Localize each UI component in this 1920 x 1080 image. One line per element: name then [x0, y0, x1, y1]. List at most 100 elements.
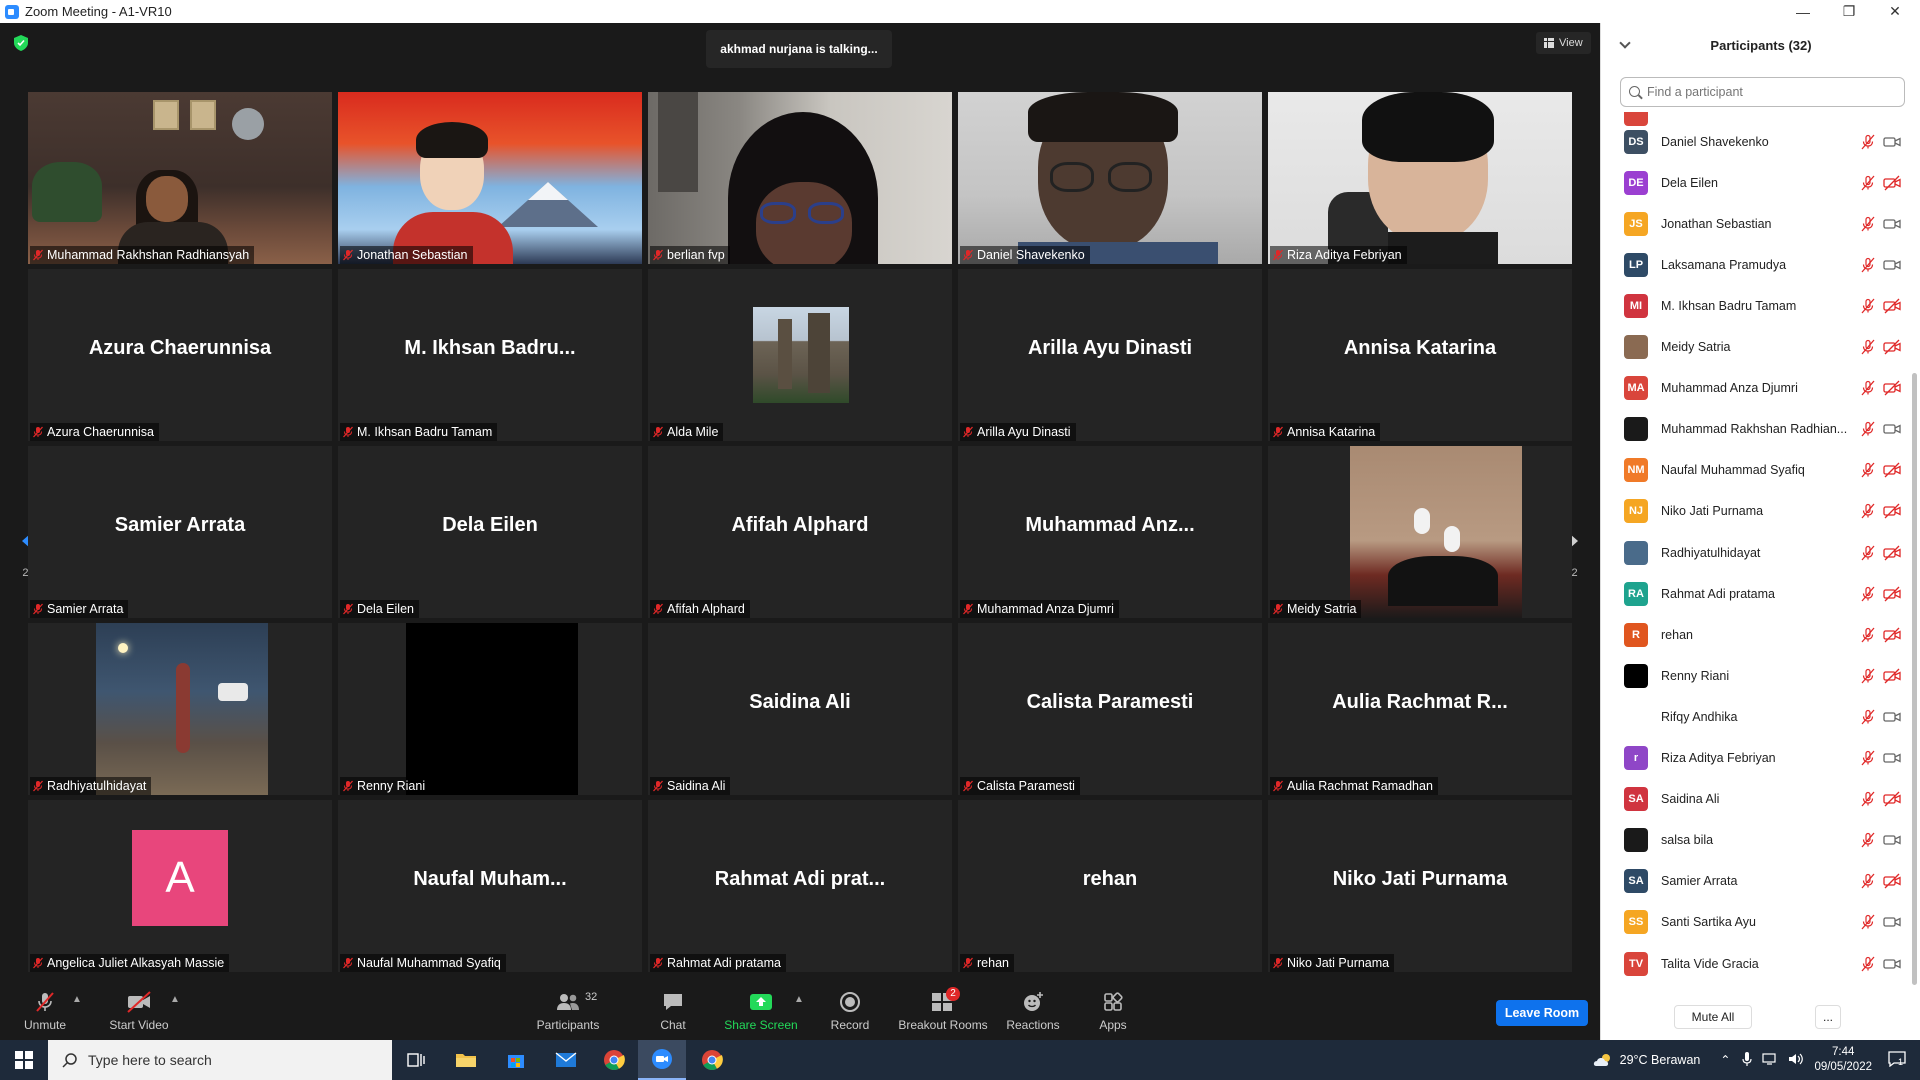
chrome-icon[interactable]: [590, 1040, 638, 1080]
participant-row-saidina-ali[interactable]: SA Saidina Ali: [1601, 779, 1906, 820]
mic-muted-icon[interactable]: [1860, 873, 1876, 889]
zoom-taskbar-icon[interactable]: [638, 1040, 686, 1080]
share-screen-button[interactable]: Share Screen: [722, 984, 800, 1036]
mail-icon[interactable]: [542, 1040, 590, 1080]
participant-row-muhammad-rakhshan-radhian[interactable]: Muhammad Rakhshan Radhian...: [1601, 409, 1906, 450]
video-tile-muhammad-rakhshan-radhiansyah[interactable]: Muhammad Rakhshan Radhiansyah: [28, 92, 332, 264]
close-window-button[interactable]: ✕: [1872, 0, 1918, 23]
video-tile-annisa-katarina[interactable]: Annisa Katarina Annisa Katarina: [1268, 269, 1572, 441]
video-tile-dela-eilen[interactable]: Dela Eilen Dela Eilen: [338, 446, 642, 618]
video-tile-azura-chaerunnisa[interactable]: Azura Chaerunnisa Azura Chaerunnisa: [28, 269, 332, 441]
mic-muted-icon[interactable]: [1860, 586, 1876, 602]
record-button[interactable]: Record: [826, 984, 874, 1036]
mic-muted-icon[interactable]: [1860, 668, 1876, 684]
weather-text[interactable]: 29°C Berawan: [1620, 1053, 1701, 1067]
video-tile-arilla-ayu-dinasti[interactable]: Arilla Ayu Dinasti Arilla Ayu Dinasti: [958, 269, 1262, 441]
participant-row-meidy-satria[interactable]: Meidy Satria: [1601, 327, 1906, 368]
scrollbar-thumb[interactable]: [1912, 373, 1917, 985]
minimize-button[interactable]: —: [1780, 0, 1826, 23]
taskbar-clock[interactable]: 7:44 09/05/2022: [1814, 1045, 1872, 1075]
video-tile-saidina-ali[interactable]: Saidina Ali Saidina Ali: [648, 623, 952, 795]
video-tile-angelica-juliet-alkasyah-massie[interactable]: A Angelica Juliet Alkasyah Massie: [28, 800, 332, 972]
chrome-window-icon[interactable]: [688, 1040, 736, 1080]
mic-muted-icon[interactable]: [1860, 298, 1876, 314]
participant-row-rahmat-adi-pratama[interactable]: RA Rahmat Adi pratama: [1601, 573, 1906, 614]
participant-row-santi-sartika-ayu[interactable]: SS Santi Sartika Ayu: [1601, 902, 1906, 943]
mic-muted-icon[interactable]: [1860, 175, 1876, 191]
participant-row-dela-eilen[interactable]: DE Dela Eilen: [1601, 162, 1906, 203]
taskbar-search-box[interactable]: Type here to search: [48, 1040, 392, 1080]
mic-muted-icon[interactable]: [1860, 832, 1876, 848]
video-tile-radhiyatulhidayat[interactable]: Radhiyatulhidayat: [28, 623, 332, 795]
find-participant-input[interactable]: [1620, 77, 1905, 107]
participant-row-naufal-muhammad-syafiq[interactable]: NM Naufal Muhammad Syafiq: [1601, 450, 1906, 491]
notifications-icon[interactable]: 1: [1888, 1050, 1906, 1070]
participant-row-laksamana-pramudya[interactable]: LP Laksamana Pramudya: [1601, 244, 1906, 285]
mic-muted-icon[interactable]: [1860, 216, 1876, 232]
encryption-shield-icon[interactable]: [14, 35, 28, 51]
mic-muted-icon[interactable]: [1860, 956, 1876, 972]
participants-list[interactable]: DS Daniel Shavekenko DE Dela Eilen JS Jonatha…: [1601, 112, 1906, 1002]
participant-row-salsa-bila[interactable]: salsa bila: [1601, 820, 1906, 861]
participant-row-daniel-shavekenko[interactable]: DS Daniel Shavekenko: [1601, 121, 1906, 162]
mic-muted-icon[interactable]: [1860, 791, 1876, 807]
mic-muted-icon[interactable]: [1860, 750, 1876, 766]
mic-muted-icon[interactable]: [1860, 462, 1876, 478]
share-options-chevron-icon[interactable]: ▲: [794, 994, 804, 1005]
unmute-button[interactable]: Unmute: [22, 984, 68, 1036]
participant-row-muhammad-anza-djumri[interactable]: MA Muhammad Anza Djumri: [1601, 368, 1906, 409]
video-options-chevron-icon[interactable]: ▲: [170, 994, 180, 1005]
reactions-button[interactable]: Reactions: [1004, 984, 1062, 1036]
start-video-button[interactable]: Start Video: [106, 984, 172, 1036]
participant-row-rifqy-andhika[interactable]: Rifqy Andhika: [1601, 696, 1906, 737]
participant-row-talita-vide-gracia[interactable]: TV Talita Vide Gracia: [1601, 943, 1906, 984]
view-button[interactable]: View: [1536, 32, 1591, 54]
volume-icon[interactable]: [1788, 1052, 1804, 1069]
chat-button[interactable]: Chat: [650, 984, 696, 1036]
file-explorer-icon[interactable]: [442, 1040, 490, 1080]
video-tile-jonathan-sebastian[interactable]: Jonathan Sebastian: [338, 92, 642, 264]
participant-row-radhiyatulhidayat[interactable]: Radhiyatulhidayat: [1601, 532, 1906, 573]
participant-row-samier-arrata[interactable]: SA Samier Arrata: [1601, 861, 1906, 902]
mic-muted-icon[interactable]: [1860, 257, 1876, 273]
participant-row-riza-aditya-febriyan[interactable]: r Riza Aditya Febriyan: [1601, 738, 1906, 779]
mic-muted-icon[interactable]: [1860, 339, 1876, 355]
leave-room-button[interactable]: Leave Room: [1496, 1000, 1588, 1026]
video-tile-meidy-satria[interactable]: Meidy Satria: [1268, 446, 1572, 618]
microphone-tray-icon[interactable]: [1742, 1051, 1753, 1070]
video-tile-naufal-muhammad-syafiq[interactable]: Naufal Muham... Naufal Muhammad Syafiq: [338, 800, 642, 972]
video-tile-daniel-shavekenko[interactable]: Daniel Shavekenko: [958, 92, 1262, 264]
video-tile-m-ikhsan-badru-tamam[interactable]: M. Ikhsan Badru... M. Ikhsan Badru Tamam: [338, 269, 642, 441]
mic-muted-icon[interactable]: [1860, 627, 1876, 643]
breakout-rooms-button[interactable]: 2 Breakout Rooms: [896, 984, 990, 1036]
participant-row-niko-jati-purnama[interactable]: NJ Niko Jati Purnama: [1601, 491, 1906, 532]
mic-muted-icon[interactable]: [1860, 134, 1876, 150]
video-tile-berlian-fvp[interactable]: berlian fvp: [648, 92, 952, 264]
video-tile-rahmat-adi-pratama[interactable]: Rahmat Adi prat... Rahmat Adi pratama: [648, 800, 952, 972]
video-tile-afifah-alphard[interactable]: Afifah Alphard Afifah Alphard: [648, 446, 952, 618]
mic-muted-icon[interactable]: [1860, 503, 1876, 519]
participants-button[interactable]: 32 Participants: [535, 984, 601, 1036]
more-options-button[interactable]: ...: [1815, 1005, 1841, 1029]
mic-muted-icon[interactable]: [1860, 421, 1876, 437]
mic-muted-icon[interactable]: [1860, 380, 1876, 396]
video-tile-renny-riani[interactable]: Renny Riani: [338, 623, 642, 795]
mic-muted-icon[interactable]: [1860, 914, 1876, 930]
audio-options-chevron-icon[interactable]: ▲: [72, 994, 82, 1005]
task-view-icon[interactable]: [392, 1040, 440, 1080]
mute-all-button[interactable]: Mute All: [1674, 1005, 1752, 1029]
microsoft-store-icon[interactable]: [492, 1040, 540, 1080]
show-hidden-icons-chevron-icon[interactable]: ⌃: [1720, 1053, 1730, 1067]
participant-row-renny-riani[interactable]: Renny Riani: [1601, 655, 1906, 696]
restore-button[interactable]: ❐: [1826, 0, 1872, 23]
video-tile-rehan[interactable]: rehan rehan: [958, 800, 1262, 972]
video-tile-samier-arrata[interactable]: Samier Arrata Samier Arrata: [28, 446, 332, 618]
start-button[interactable]: [0, 1040, 48, 1080]
participant-row-rehan[interactable]: Rrehan: [1601, 614, 1906, 655]
video-tile-riza-aditya-febriyan[interactable]: Riza Aditya Febriyan: [1268, 92, 1572, 264]
mic-muted-icon[interactable]: [1860, 709, 1876, 725]
mic-muted-icon[interactable]: [1860, 545, 1876, 561]
participant-row-m-ikhsan-badru-tamam[interactable]: MI M. Ikhsan Badru Tamam: [1601, 285, 1906, 326]
video-tile-aulia-rachmat-ramadhan[interactable]: Aulia Rachmat R... Aulia Rachmat Ramadhan: [1268, 623, 1572, 795]
video-tile-muhammad-anza-djumri[interactable]: Muhammad Anz... Muhammad Anza Djumri: [958, 446, 1262, 618]
